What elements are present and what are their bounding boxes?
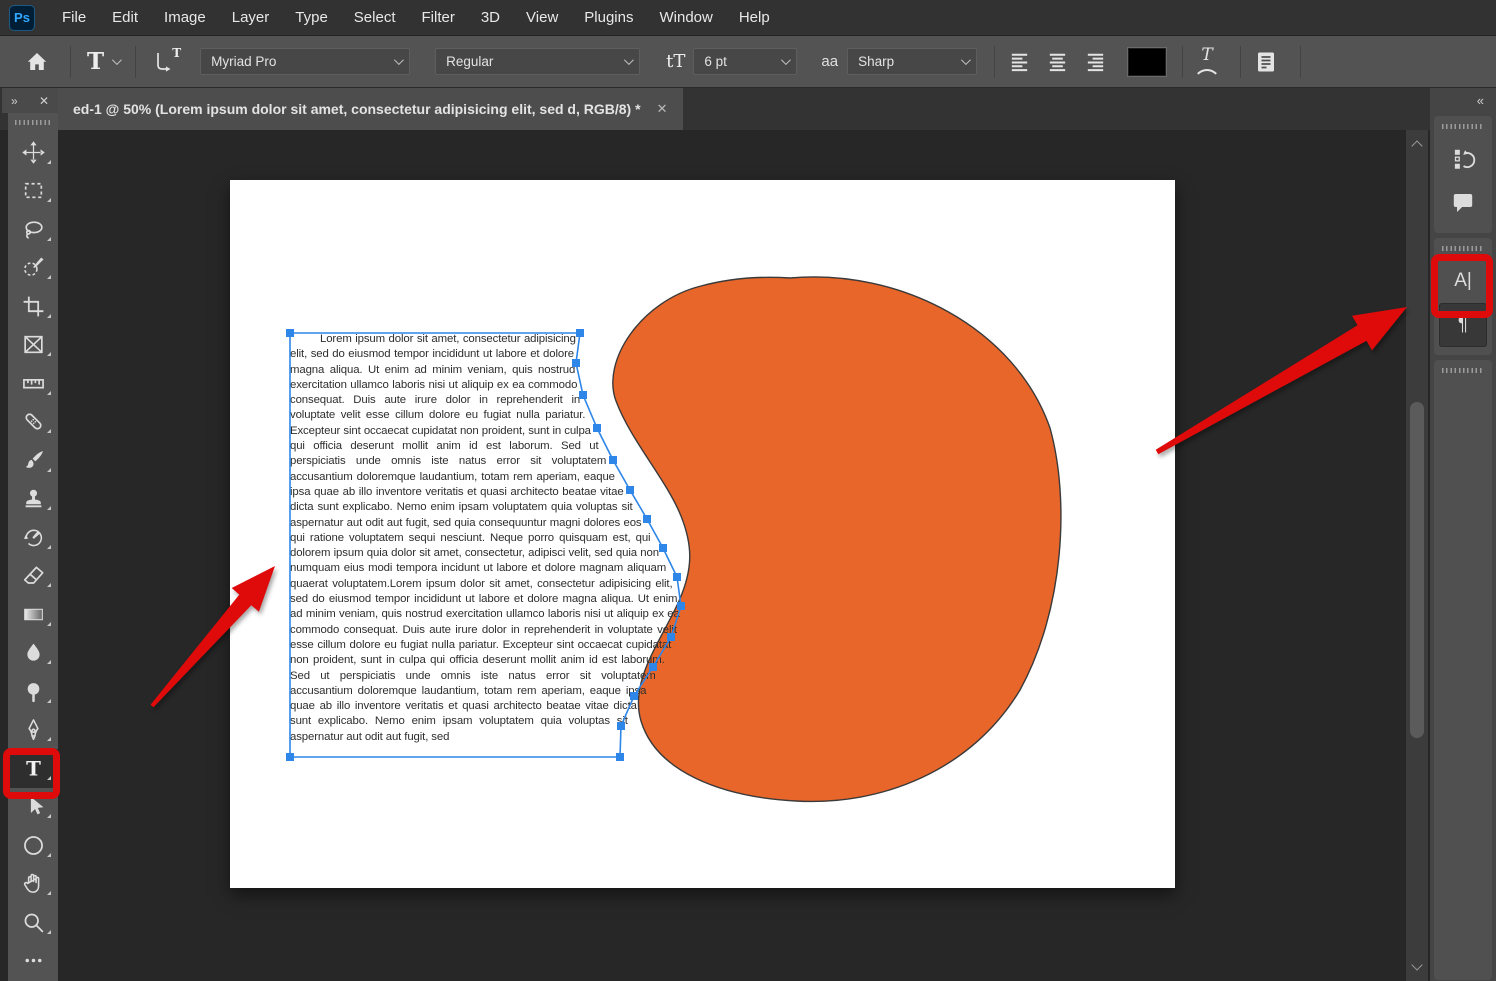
menu-image[interactable]: Image <box>151 0 219 36</box>
dock-expand-icon[interactable]: « <box>1477 93 1484 108</box>
quick-selection-tool[interactable] <box>8 249 58 288</box>
menu-type[interactable]: Type <box>282 0 341 36</box>
text-orientation-toggle[interactable]: T <box>144 44 184 80</box>
zoom-tool[interactable] <box>8 903 58 942</box>
pen-tool[interactable] <box>8 711 58 750</box>
anti-alias-icon: aa <box>821 53 838 70</box>
eraser-tool[interactable] <box>8 557 58 596</box>
menu-items: FileEditImageLayerTypeSelectFilter3DView… <box>49 0 783 36</box>
lasso-tool[interactable] <box>8 210 58 249</box>
character-panel-icon-glyph: A| <box>1454 270 1472 292</box>
toggle-panels-button[interactable] <box>1246 44 1286 80</box>
text-color-swatch[interactable] <box>1128 48 1166 76</box>
chevron-down-icon <box>781 55 791 65</box>
chevron-down-icon <box>961 55 971 65</box>
tools-collapse-icon[interactable]: » <box>11 94 18 108</box>
menu-view[interactable]: View <box>513 0 571 36</box>
ellipse-tool[interactable] <box>8 826 58 865</box>
font-style-value: Regular <box>446 54 493 69</box>
dock-group-grip[interactable] <box>1442 124 1484 129</box>
tab-close-icon[interactable]: ✕ <box>657 101 668 117</box>
scroll-up-icon[interactable] <box>1411 140 1422 151</box>
dock-group-2: A| ¶ <box>1434 238 1492 355</box>
dodge-tool[interactable] <box>8 672 58 711</box>
crop-tool[interactable] <box>8 287 58 326</box>
type-tool-icon: T <box>87 48 104 75</box>
menu-help[interactable]: Help <box>726 0 783 36</box>
path-selection-tool[interactable] <box>8 788 58 827</box>
align-left-button[interactable] <box>1000 44 1038 80</box>
type-tool-options-bar: T T Myriad Pro Regular tT 6 pt aa Sharp <box>0 36 1496 88</box>
font-style-select[interactable]: Regular <box>435 48 640 75</box>
panel-dock: « A| ¶ <box>1430 88 1496 981</box>
tools-panel-header: » ✕ <box>2 88 58 113</box>
toolbar-grip[interactable] <box>15 120 51 125</box>
menu-plugins[interactable]: Plugins <box>571 0 646 36</box>
hand-tool[interactable] <box>8 865 58 904</box>
menu-select[interactable]: Select <box>341 0 409 36</box>
text-orientation-t-glyph: T <box>172 46 181 60</box>
menu-filter[interactable]: Filter <box>409 0 468 36</box>
font-size-icon: tT <box>666 51 685 72</box>
history-panel-icon[interactable] <box>1439 137 1487 181</box>
photoshop-logo-icon[interactable]: Ps <box>9 5 35 31</box>
warp-text-button[interactable]: T <box>1190 46 1224 78</box>
comment-panel-icon[interactable] <box>1439 181 1487 225</box>
healing-brush-tool[interactable] <box>8 403 58 442</box>
gradient-tool[interactable] <box>8 595 58 634</box>
character-panel-icon[interactable]: A| <box>1439 259 1487 303</box>
menu-window[interactable]: Window <box>646 0 725 36</box>
dock-group-1 <box>1434 116 1492 233</box>
paragraph-panel-icon[interactable]: ¶ <box>1439 303 1487 347</box>
ruler-tool[interactable] <box>8 364 58 403</box>
svg-text:T: T <box>26 756 41 780</box>
home-icon[interactable] <box>22 44 52 80</box>
menu-file[interactable]: File <box>49 0 99 36</box>
type-tool-preset[interactable]: T <box>87 48 119 75</box>
text-layer[interactable]: Lorem ipsum dolor sit amet, consectetur … <box>290 332 686 759</box>
document-tab-title: ed-1 @ 50% (Lorem ipsum dolor sit amet, … <box>73 101 641 117</box>
anti-alias-value: Sharp <box>858 54 894 69</box>
scroll-down-icon[interactable] <box>1411 959 1422 970</box>
chevron-down-icon <box>394 55 404 65</box>
align-center-button[interactable] <box>1038 44 1076 80</box>
menu-edit[interactable]: Edit <box>99 0 151 36</box>
toolbar: T <box>8 113 58 981</box>
history-brush-tool[interactable] <box>8 518 58 557</box>
menu-bar: Ps FileEditImageLayerTypeSelectFilter3DV… <box>0 0 1496 36</box>
type-tool[interactable]: T <box>8 749 58 788</box>
clone-stamp-tool[interactable] <box>8 480 58 519</box>
document-tab-bar: ed-1 @ 50% (Lorem ipsum dolor sit amet, … <box>0 88 1430 130</box>
document-tab[interactable]: ed-1 @ 50% (Lorem ipsum dolor sit amet, … <box>57 88 683 130</box>
dock-group-grip[interactable] <box>1442 368 1484 373</box>
paragraph-panel-icon-glyph: ¶ <box>1458 314 1468 336</box>
chevron-down-icon <box>624 55 634 65</box>
menu-3d[interactable]: 3D <box>468 0 513 36</box>
font-family-value: Myriad Pro <box>211 54 276 69</box>
font-size-select[interactable]: 6 pt <box>693 48 797 75</box>
dock-header: « <box>1430 88 1496 113</box>
font-size-value: 6 pt <box>704 54 727 69</box>
more-tools[interactable] <box>8 942 58 981</box>
blur-tool[interactable] <box>8 634 58 673</box>
scrollbar-thumb[interactable] <box>1410 402 1424 738</box>
frame-tool[interactable] <box>8 326 58 365</box>
photoshop-window: { "menu_bar": { "logo_text": "Ps", "item… <box>0 0 1496 981</box>
dock-group-grip[interactable] <box>1442 246 1484 251</box>
rectangular-marquee-tool[interactable] <box>8 172 58 211</box>
tools-close-icon[interactable]: ✕ <box>39 94 49 108</box>
font-family-select[interactable]: Myriad Pro <box>200 48 410 75</box>
move-tool[interactable] <box>8 133 58 172</box>
vertical-scrollbar[interactable] <box>1406 130 1428 981</box>
anti-alias-select[interactable]: Sharp <box>847 48 977 75</box>
brush-tool[interactable] <box>8 441 58 480</box>
chevron-down-icon <box>112 55 122 65</box>
align-right-button[interactable] <box>1076 44 1114 80</box>
menu-layer[interactable]: Layer <box>219 0 283 36</box>
dock-group-3 <box>1434 360 1492 980</box>
